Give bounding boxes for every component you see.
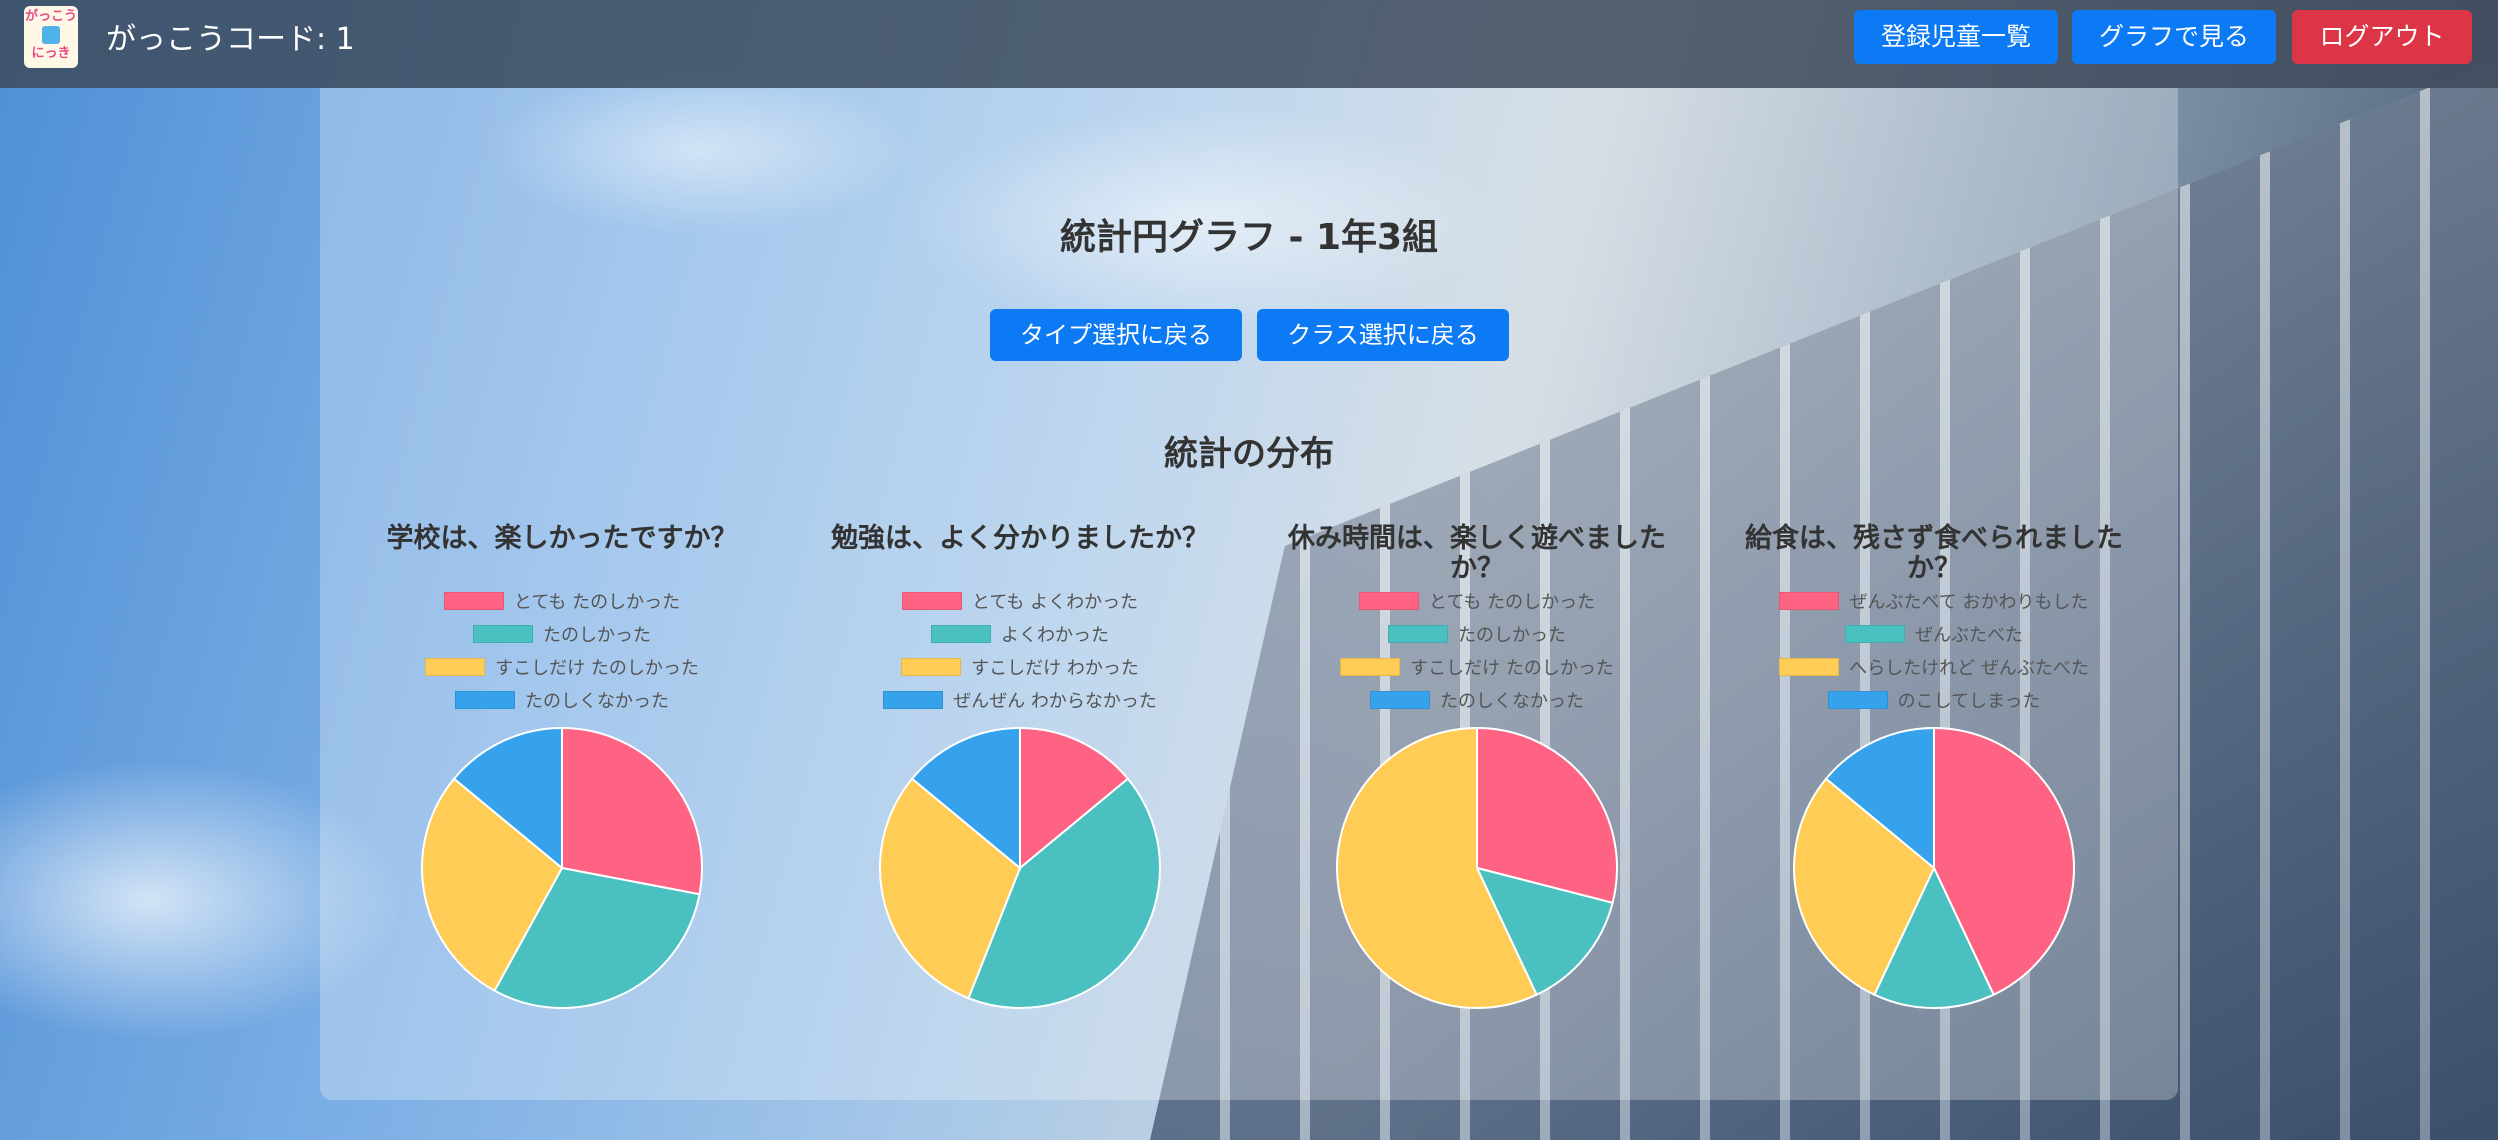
legend-swatch: [1388, 624, 1448, 643]
legend-item[interactable]: たのしかった: [1267, 617, 1687, 650]
chart-2: 勉強は、よく分かりましたか？ とても よくわかった よくわかったすこしだけ わかった…: [810, 524, 1230, 1010]
legend-item[interactable]: とても よくわかった: [810, 584, 1230, 617]
legend-swatch: [901, 591, 962, 610]
legend-item[interactable]: すこしだけ たのしかった: [352, 650, 772, 683]
logout-button[interactable]: ログアウト: [2292, 10, 2472, 64]
chart-1: 学校は、楽しかったですか？ とても たのしかった たのしかったすこしだけ たのしかっ…: [352, 524, 772, 1010]
legend-swatch: [1340, 657, 1401, 676]
chart-legend: とても たのしかった たのしかったすこしだけ たのしかった たのしくなかった: [352, 584, 772, 716]
legend-swatch: [1358, 591, 1419, 610]
chart-legend: とても よくわかった よくわかったすこしだけ わかった ぜんぜん わからなかった: [810, 584, 1230, 716]
registered-children-button[interactable]: 登録児童一覧: [1854, 10, 2058, 64]
legend-label: すこしだけ たのしかった: [1410, 657, 1614, 679]
legend-label: たのしかった: [543, 624, 651, 646]
legend-label: たのしくなかった: [525, 690, 669, 712]
chart-title: 休み時間は、楽しく遊べましたか？: [1288, 523, 1666, 584]
legend-item[interactable]: へらしたけれど ぜんぶたべた: [1724, 650, 2144, 683]
back-to-class-button[interactable]: クラス選択に戻る: [1257, 309, 1509, 361]
legend-label: ぜんぶたべた: [1915, 624, 2023, 646]
legend-item[interactable]: すこしだけ わかった: [810, 650, 1230, 683]
chart-title: 給食は、残さず食べられましたか？: [1745, 523, 2123, 584]
legend-label: ぜんぶたべて おかわりもした: [1849, 591, 2089, 613]
pie-chart: [1336, 726, 1618, 1009]
legend-item[interactable]: とても たのしかった: [352, 584, 772, 617]
pie-slice[interactable]: [561, 726, 703, 896]
legend-label: すこしだけ わかった: [971, 657, 1139, 679]
chart-4: 給食は、残さず食べられましたか？ ぜんぶたべて おかわりもした ぜんぶたべた へらした…: [1724, 524, 2144, 1010]
chart-legend: ぜんぶたべて おかわりもした ぜんぶたべたへらしたけれど ぜんぶたべた のこしてしま…: [1724, 584, 2144, 716]
legend-label: ぜんぜん わからなかった: [953, 690, 1157, 712]
section-title: 統計の分布: [1164, 434, 1334, 474]
chart-3: 休み時間は、楽しく遊べましたか？ とても たのしかった たのしかった すこしだけ たの…: [1267, 524, 1687, 1010]
legend-swatch: [901, 657, 962, 676]
legend-swatch: [473, 624, 533, 643]
legend-swatch: [443, 591, 504, 610]
legend-swatch: [455, 690, 515, 709]
legend-item[interactable]: ぜんぶたべた: [1724, 617, 2144, 650]
legend-item[interactable]: とても たのしかった: [1267, 584, 1687, 617]
logo-icon: [42, 26, 60, 44]
school-code: がっこうコード: 1: [106, 22, 355, 57]
legend-item[interactable]: たのしくなかった: [1267, 683, 1687, 716]
legend-item[interactable]: たのしくなかった: [352, 683, 772, 716]
pie-chart: [1793, 726, 2075, 1009]
legend-label: とても たのしかった: [513, 591, 681, 613]
legend-label: とても たのしかった: [1428, 591, 1596, 613]
view-graph-button[interactable]: グラフで見る: [2072, 10, 2276, 64]
back-to-type-button[interactable]: タイプ選択に戻る: [990, 309, 1242, 361]
legend-swatch: [883, 690, 944, 709]
legend-label: すこしだけ たのしかった: [495, 657, 699, 679]
legend-label: たのしくなかった: [1440, 690, 1584, 712]
legend-item[interactable]: たのしかった: [352, 617, 772, 650]
legend-swatch: [1827, 690, 1888, 709]
legend-swatch: [1845, 624, 1905, 643]
legend-item[interactable]: のこしてしまった: [1724, 683, 2144, 716]
legend-label: とても よくわかった: [971, 591, 1139, 613]
chart-legend: とても たのしかった たのしかったすこしだけ たのしかった たのしくなかった: [1267, 584, 1687, 716]
legend-item[interactable]: ぜんぶたべて おかわりもした: [1724, 584, 2144, 617]
legend-swatch: [931, 624, 991, 643]
legend-label: たのしかった: [1458, 624, 1566, 646]
chart-title: 勉強は、よく分かりましたか？: [831, 523, 1209, 554]
chart-title: 学校は、楽しかったですか？: [386, 523, 738, 554]
legend-label: よくわかった: [1001, 624, 1109, 646]
legend-swatch: [425, 657, 486, 676]
top-navbar: がっこう にっき がっこうコード: 1 登録児童一覧 グラフで見る ログアウト: [0, 0, 2498, 88]
legend-item[interactable]: すこしだけ たのしかった: [1267, 650, 1687, 683]
legend-label: のこしてしまった: [1897, 690, 2041, 712]
legend-label: へらしたけれど ぜんぶたべた: [1849, 657, 2089, 679]
pie-chart: [421, 726, 703, 1009]
legend-item[interactable]: ぜんぜん わからなかった: [810, 683, 1230, 716]
legend-swatch: [1779, 591, 1840, 610]
page-title: 統計円グラフ - 1年3組: [1059, 217, 1439, 258]
legend-swatch: [1370, 690, 1430, 709]
app-logo[interactable]: がっこう にっき: [24, 6, 78, 68]
legend-item[interactable]: よくわかった: [810, 617, 1230, 650]
legend-swatch: [1779, 657, 1840, 676]
pie-chart: [879, 726, 1161, 1009]
